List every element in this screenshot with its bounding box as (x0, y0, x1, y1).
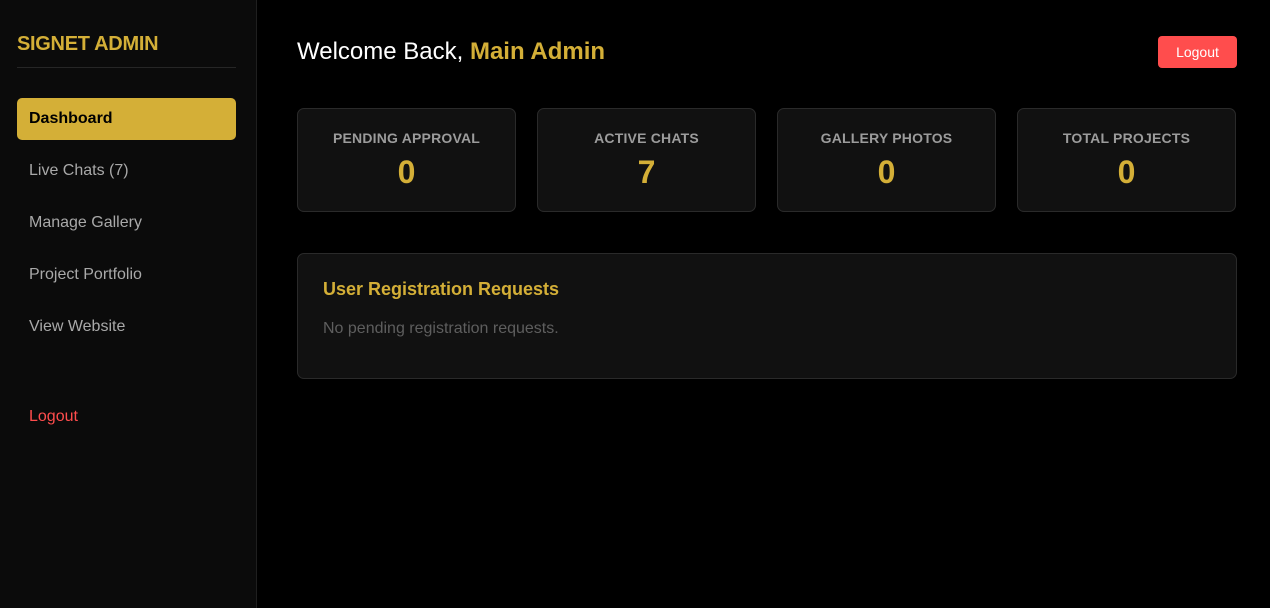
stat-label: GALLERY PHOTOS (820, 130, 953, 146)
sidebar-item-manage-gallery[interactable]: Manage Gallery (17, 202, 236, 244)
stat-label: ACTIVE CHATS (594, 130, 699, 146)
admin-app: SIGNET ADMIN Dashboard Live Chats (7) Ma… (0, 0, 1270, 608)
stat-card-active-chats: ACTIVE CHATS 7 (537, 108, 756, 212)
stat-value: 0 (397, 154, 416, 190)
empty-state-message: No pending registration requests. (323, 320, 559, 337)
brand-title: SIGNET ADMIN (17, 0, 236, 68)
sidebar-nav: Dashboard Live Chats (7) Manage Gallery … (17, 98, 236, 348)
panel-title: User Registration Requests (323, 279, 560, 299)
stat-label: PENDING APPROVAL (332, 130, 481, 146)
stats-row: PENDING APPROVAL 0 ACTIVE CHATS 7 GALLER… (297, 108, 1237, 212)
sidebar: SIGNET ADMIN Dashboard Live Chats (7) Ma… (0, 0, 257, 608)
stat-card-total-projects: TOTAL PROJECTS 0 (1017, 108, 1236, 212)
registration-requests-panel: User Registration Requests No pending re… (297, 253, 1237, 379)
welcome-prefix: Welcome Back, (297, 38, 464, 65)
sidebar-logout-link[interactable]: Logout (29, 408, 78, 426)
stat-value: 0 (877, 154, 896, 190)
stat-card-gallery-photos: GALLERY PHOTOS 0 (777, 108, 996, 212)
sidebar-item-project-portfolio[interactable]: Project Portfolio (17, 254, 236, 296)
stat-value: 7 (637, 154, 656, 190)
sidebar-item-live-chats[interactable]: Live Chats (7) (17, 150, 236, 192)
main-content: Welcome Back, Main Admin Logout PENDING … (257, 0, 1270, 608)
page-header: Welcome Back, Main Admin Logout (297, 0, 1237, 104)
sidebar-item-view-website[interactable]: View Website (17, 306, 236, 348)
page-title: Welcome Back, Main Admin (297, 38, 605, 66)
stat-label: TOTAL PROJECTS (1062, 130, 1191, 146)
logout-button[interactable]: Logout (1158, 36, 1237, 68)
stat-value: 0 (1117, 154, 1136, 190)
stat-card-pending-approval: PENDING APPROVAL 0 (297, 108, 516, 212)
sidebar-item-dashboard[interactable]: Dashboard (17, 98, 236, 140)
user-name: Main Admin (469, 38, 606, 65)
